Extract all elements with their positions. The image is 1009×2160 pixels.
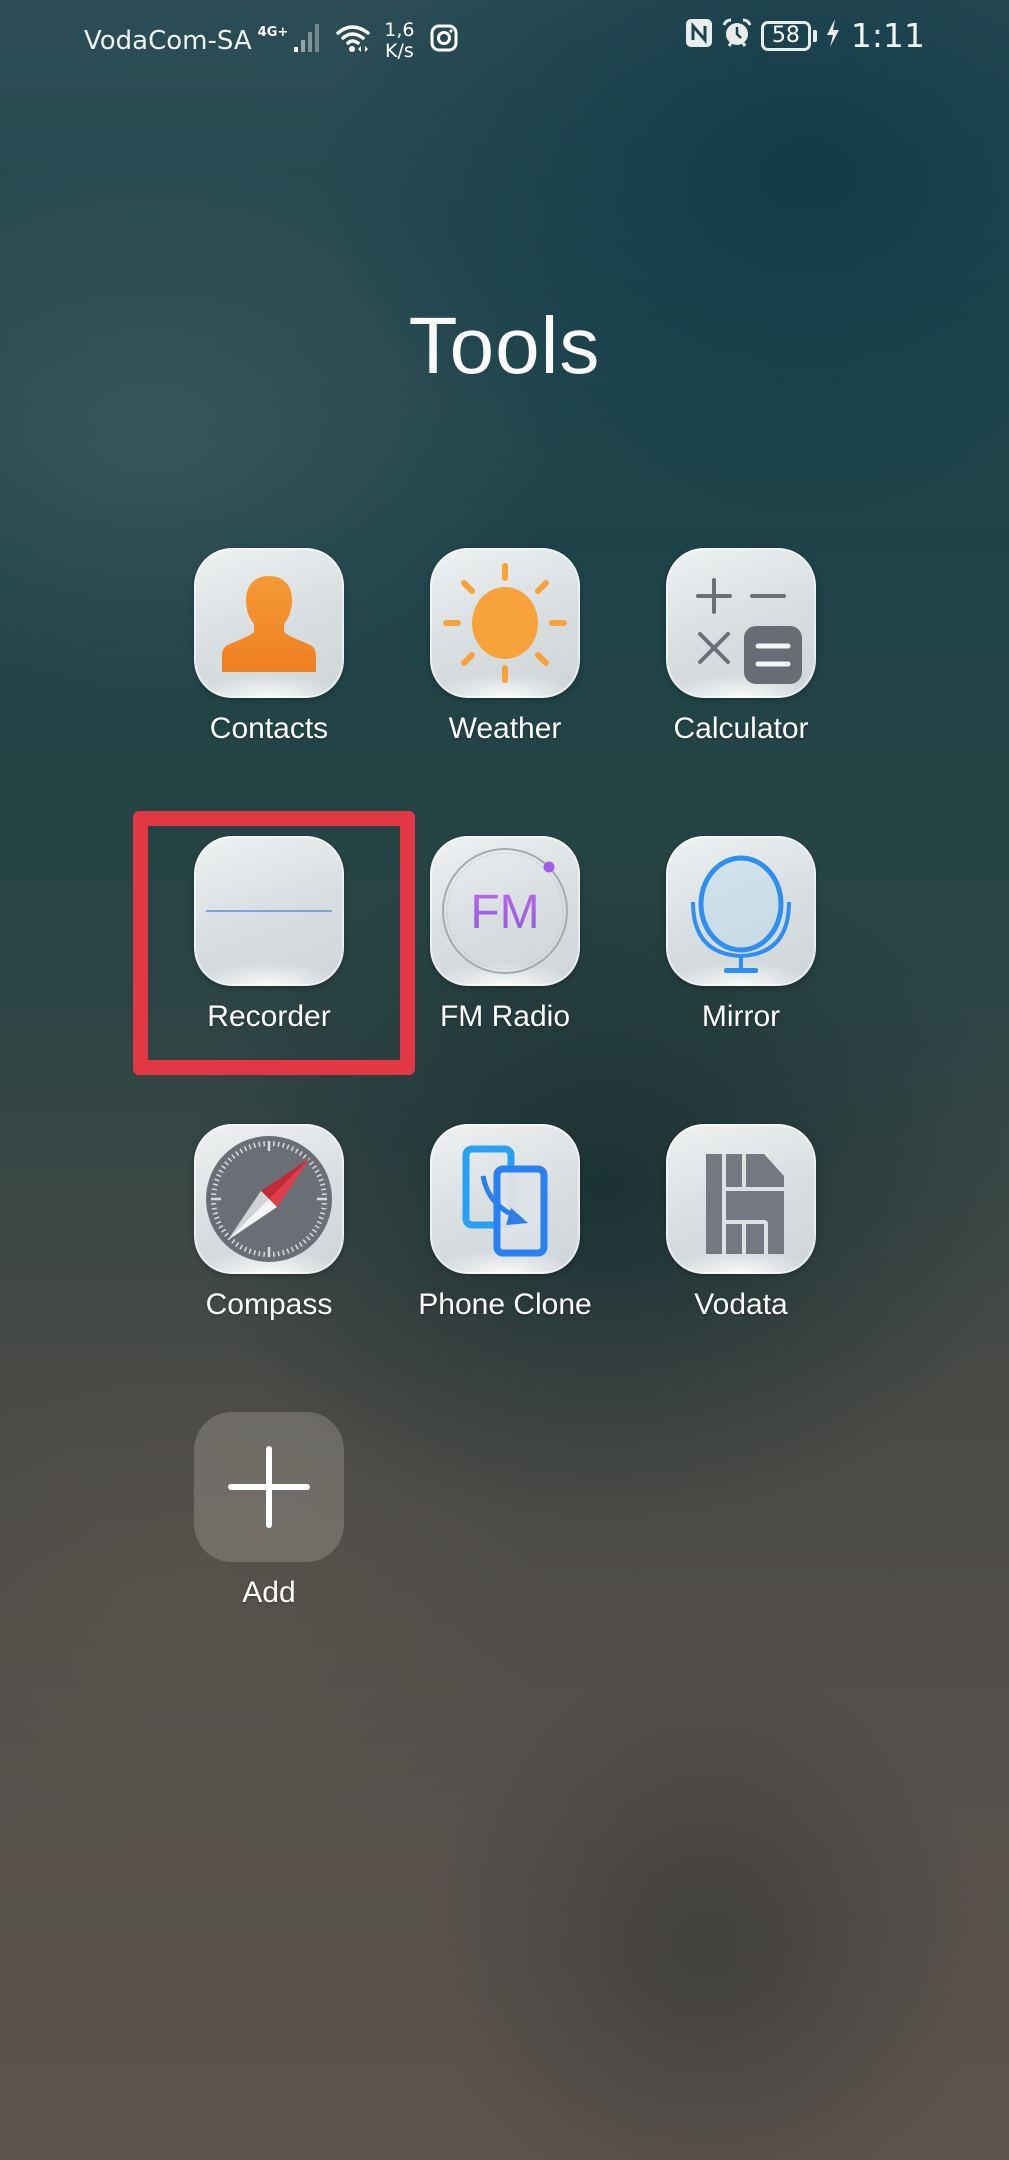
- compass-tick: [321, 1207, 327, 1210]
- compass-tick: [277, 1141, 280, 1147]
- add-icon[interactable]: [194, 1412, 344, 1562]
- alarm-icon: [721, 17, 753, 55]
- vodata-icon[interactable]: [666, 1124, 816, 1274]
- app-label: Vodata: [694, 1288, 788, 1321]
- fm-radio-icon[interactable]: FM: [430, 836, 580, 986]
- nfc-icon: [685, 18, 713, 54]
- app-fm-radio[interactable]: FM FM Radio: [387, 836, 623, 1034]
- app-add[interactable]: Add: [151, 1412, 387, 1610]
- app-label: Recorder: [207, 1000, 331, 1033]
- fm-text: FM: [470, 886, 539, 939]
- contacts-icon[interactable]: [194, 548, 344, 698]
- app-label: Contacts: [209, 712, 329, 745]
- app-recorder[interactable]: Recorder: [151, 836, 387, 1034]
- app-vodata[interactable]: Vodata: [623, 1124, 859, 1322]
- folder-title[interactable]: Tools: [0, 300, 1009, 392]
- app-label: Calculator: [673, 712, 809, 745]
- app-weather[interactable]: Weather: [387, 548, 623, 746]
- recorder-icon[interactable]: [194, 836, 344, 986]
- app-contacts[interactable]: Contacts: [151, 548, 387, 746]
- instagram-icon: [430, 24, 458, 58]
- status-bar-right: 58 1:11: [685, 16, 925, 55]
- compass-icon[interactable]: [194, 1124, 344, 1274]
- app-label: Weather: [448, 712, 562, 745]
- app-phone-clone[interactable]: Phone Clone: [387, 1124, 623, 1322]
- compass-tick: [277, 1251, 280, 1257]
- status-bar-left: VodaCom-SA 4G+ 1,6 K/s: [84, 20, 458, 62]
- compass-tick: [258, 1141, 261, 1147]
- signal-icon: [294, 23, 320, 59]
- status-bar: VodaCom-SA 4G+ 1,6 K/s 58 1:11: [0, 0, 1009, 80]
- clock: 1:11: [850, 16, 925, 55]
- compass-tick: [258, 1251, 261, 1257]
- compass-tick: [211, 1207, 217, 1210]
- phone-clone-icon[interactable]: [430, 1124, 580, 1274]
- mirror-icon[interactable]: [666, 836, 816, 986]
- app-calculator[interactable]: Calculator: [623, 548, 859, 746]
- battery-icon: 58: [760, 20, 811, 51]
- carrier-name: VodaCom-SA: [84, 26, 252, 56]
- compass-tick: [211, 1188, 217, 1191]
- app-label: Compass: [205, 1288, 333, 1321]
- app-compass[interactable]: Compass: [151, 1124, 387, 1322]
- network-speed-unit: K/s: [384, 40, 414, 62]
- app-label: Add: [242, 1576, 296, 1609]
- calculator-icon[interactable]: [666, 548, 816, 698]
- app-label: Phone Clone: [418, 1288, 592, 1321]
- compass-tick: [321, 1188, 327, 1191]
- weather-icon[interactable]: [430, 548, 580, 698]
- battery-tip: [812, 29, 817, 42]
- app-label: FM Radio: [439, 1000, 571, 1033]
- network-speed: 1,6 K/s: [384, 20, 414, 62]
- app-label: Mirror: [701, 1000, 781, 1033]
- network-speed-value: 1,6: [384, 19, 415, 41]
- charging-icon: [825, 18, 841, 54]
- app-mirror[interactable]: Mirror: [623, 836, 859, 1034]
- network-type: 4G+: [257, 24, 289, 40]
- wifi-icon: [336, 23, 372, 59]
